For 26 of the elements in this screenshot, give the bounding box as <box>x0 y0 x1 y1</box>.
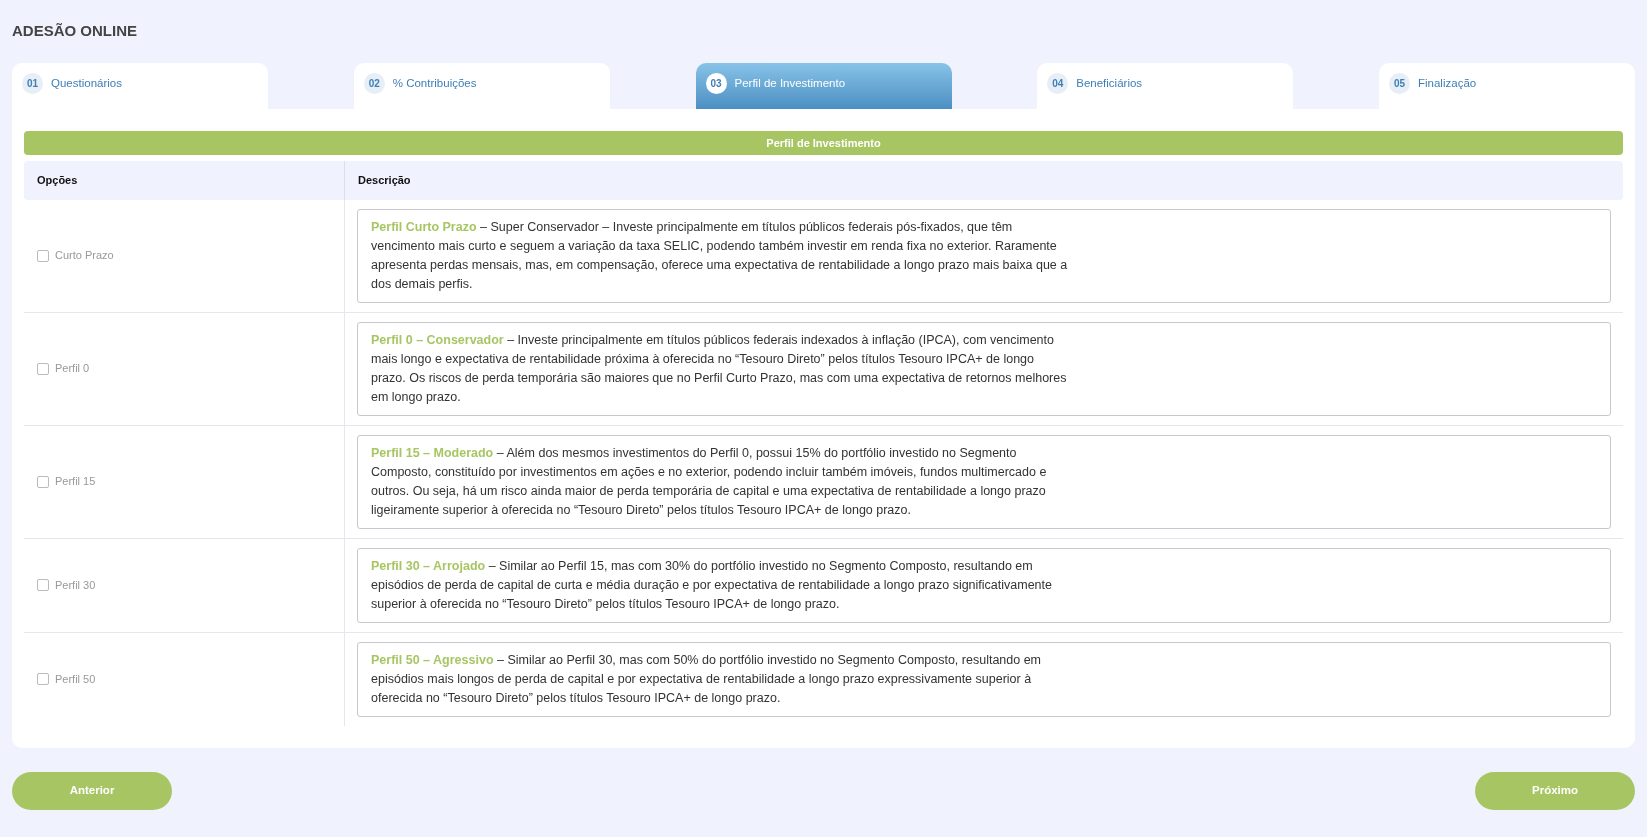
option-label[interactable]: Perfil 15 <box>55 473 96 490</box>
description-text: Perfil 30 – Arrojado – Similar ao Perfil 15, mas com 30% do portfólio investido no Segmento Composto, resultando em episódios de perda de capital de curta e média duração e por expectativa de rentabilidade a longo prazo significativamente superior à oferecida no “Tesouro Direto” pelos títulos Tesouro IPCA+ de longo prazo. <box>371 557 1053 613</box>
column-header: Descrição <box>344 161 1623 200</box>
checkbox[interactable] <box>37 579 49 591</box>
column-header: Opções <box>36 173 79 188</box>
option-label[interactable]: Perfil 30 <box>55 576 96 594</box>
option-label[interactable]: Perfil 0 <box>55 360 90 377</box>
description-text: Perfil 15 – Moderado – Além dos mesmos investimentos do Perfil 0, possui 15% do portfólio investido no Segmento Composto, constituído por investimentos em ações e no exterior, podendo incluir também imóveis, fundos multimercado e outros. Ou seja, há um risco ainda maior de perda temporária de capital e uma expectativa de rentabilidade a longo prazo ligeiramente superior à oferecida no “Tesouro Direto” pelos títulos Tesouro IPCA+ de longo prazo. <box>371 444 1048 519</box>
checkbox[interactable] <box>37 362 49 375</box>
option-label[interactable]: Perfil 50 <box>55 670 96 688</box>
checkbox[interactable] <box>37 475 49 488</box>
tab[interactable]: 02 % Contribuições <box>353 62 610 109</box>
description-text: Perfil 0 – Conservador – Investe principalmente em títulos públicos federais indexados à inflação (IPCA), com vencimento mais longo e expectativa de rentabilidade próxima à oferecida no “Tesouro Direto” pelos títulos Tesouro IPCA+ de longo prazo. Os riscos de perda temporária são maiores que no Perfil Curto Prazo, mas com uma expectativa de retornos melhores em longo prazo. <box>371 331 1068 406</box>
tab[interactable]: 04 Beneficiários <box>1037 62 1294 109</box>
checkbox[interactable] <box>37 673 49 685</box>
checkbox[interactable] <box>37 249 49 262</box>
description-text: Perfil 50 – Agressivo – Similar ao Perfil 30, mas com 50% do portfólio investido no Segmento Composto, resultando em episódios mais longos de perda de capital e por expectativa de rentabilidade a longo prazo expressivamente superior à oferecida no “Tesouro Direto” pelos títulos Tesouro IPCA+ de longo prazo. <box>371 651 1043 707</box>
section-title-bar: Perfil de Investimento <box>24 130 1623 155</box>
tab[interactable]: 05 Finalização <box>1379 62 1635 109</box>
tab[interactable]: 01 Questionários <box>12 62 268 109</box>
tab[interactable]: 03 Perfil de Investimento <box>695 62 952 109</box>
previous-button[interactable]: Anterior <box>12 771 172 810</box>
next-button[interactable]: Próximo <box>1475 771 1635 810</box>
description-text: Perfil Curto Prazo – Super Conservador – Investe principalmente em títulos públicos federais pós-fixados, que têm vencimento mais curto e seguem a variação da taxa SELIC, podendo também investir em renda fixa no exterior. Raramente apresenta perdas mensais, mas, em compensação, oferece uma expectativa de rentabilidade a longo prazo mais baixa que a dos demais perfis. <box>371 218 1069 293</box>
option-label[interactable]: Curto Prazo <box>55 247 114 264</box>
page-title: ADESÃO ONLINE <box>12 21 137 41</box>
